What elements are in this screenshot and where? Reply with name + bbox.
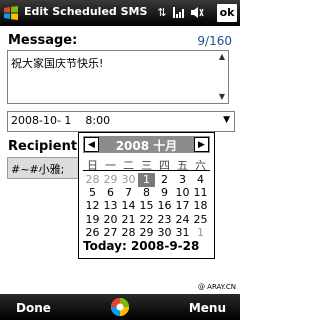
send-datetime-picker[interactable]: 2008-10- 1 8:00 ▼ <box>7 111 235 132</box>
calendar-day[interactable]: 6 <box>102 186 119 200</box>
calendar-day[interactable]: 21 <box>120 213 137 227</box>
calendar-day[interactable]: 3 <box>174 173 191 187</box>
volume-icon[interactable] <box>190 5 204 20</box>
sip-keyboard-icon[interactable] <box>110 297 130 317</box>
recipient-value: #~#小雅; <box>11 163 65 176</box>
connectivity-icon[interactable]: ⇅ <box>155 5 169 20</box>
calendar-day[interactable]: 11 <box>192 186 209 200</box>
calendar-day[interactable]: 30 <box>156 226 173 240</box>
message-textarea[interactable]: 祝大家国庆节快乐! ▲ ▼ <box>7 50 229 104</box>
windows-logo-icon[interactable] <box>3 5 19 21</box>
datetime-value: 2008-10- 1 8:00 <box>11 114 111 127</box>
calendar-day[interactable]: 24 <box>174 213 191 227</box>
calendar-day[interactable]: 29 <box>138 226 155 240</box>
dropdown-arrow-icon[interactable]: ▼ <box>223 115 230 125</box>
calendar-day[interactable]: 18 <box>192 199 209 213</box>
calendar-day[interactable]: 25 <box>192 213 209 227</box>
calendar-day[interactable]: 22 <box>138 213 155 227</box>
scroll-up-icon[interactable]: ▲ <box>217 52 227 62</box>
today-link[interactable]: Today: 2008-9-28 <box>83 239 199 253</box>
calendar-day[interactable]: 7 <box>120 186 137 200</box>
calendar-day[interactable]: 26 <box>84 226 101 240</box>
calendar-day[interactable]: 1 <box>138 173 155 187</box>
calendar-day[interactable]: 23 <box>156 213 173 227</box>
calendar-day[interactable]: 19 <box>84 213 101 227</box>
calendar-divider <box>83 170 210 171</box>
scroll-down-icon[interactable]: ▼ <box>217 92 227 102</box>
calendar-day[interactable]: 27 <box>102 226 119 240</box>
calendar-day[interactable]: 29 <box>102 173 119 187</box>
signal-icon[interactable] <box>172 5 186 20</box>
calendar-day[interactable]: 14 <box>120 199 137 213</box>
calendar-day[interactable]: 5 <box>84 186 101 200</box>
watermark: @ ARAY.CN <box>197 283 236 291</box>
ok-button[interactable]: ok <box>217 4 237 22</box>
calendar-day[interactable]: 8 <box>138 186 155 200</box>
calendar-day[interactable]: 4 <box>192 173 209 187</box>
calendar-day[interactable]: 17 <box>174 199 191 213</box>
calendar-popup[interactable]: ◀ 2008 十月 ▶ 日一二三四五六 28 29 30 1 2 3 4 5 6 7 8 9 10 11 1… <box>78 132 215 259</box>
recipient-field[interactable]: #~#小雅; <box>7 157 81 179</box>
calendar-day[interactable]: 10 <box>174 186 191 200</box>
calendar-day[interactable]: 28 <box>84 173 101 187</box>
previous-month-button[interactable]: ◀ <box>84 137 99 152</box>
calendar-header: ◀ 2008 十月 ▶ <box>83 136 210 153</box>
calendar-day[interactable]: 20 <box>102 213 119 227</box>
done-softkey[interactable]: Done <box>16 301 51 315</box>
calendar-day[interactable]: 1 <box>192 226 209 240</box>
window-title: Edit Scheduled SMS <box>24 5 148 18</box>
calendar-month-title[interactable]: 2008 十月 <box>103 137 190 154</box>
calendar-day[interactable]: 13 <box>102 199 119 213</box>
calendar-day[interactable]: 28 <box>120 226 137 240</box>
calendar-day[interactable]: 9 <box>156 186 173 200</box>
message-label: Message: <box>8 33 78 48</box>
menu-softkey[interactable]: Menu <box>189 301 226 315</box>
calendar-day[interactable]: 12 <box>84 199 101 213</box>
calendar-day[interactable]: 16 <box>156 199 173 213</box>
calendar-day[interactable]: 15 <box>138 199 155 213</box>
character-counter: 9/160 <box>197 34 232 48</box>
next-month-button[interactable]: ▶ <box>194 137 209 152</box>
calendar-day[interactable]: 31 <box>174 226 191 240</box>
calendar-day[interactable]: 2 <box>156 173 173 187</box>
title-bar: Edit Scheduled SMS ⇅ ok <box>0 0 240 26</box>
calendar-day[interactable]: 30 <box>120 173 137 187</box>
message-text: 祝大家国庆节快乐! <box>11 57 104 70</box>
